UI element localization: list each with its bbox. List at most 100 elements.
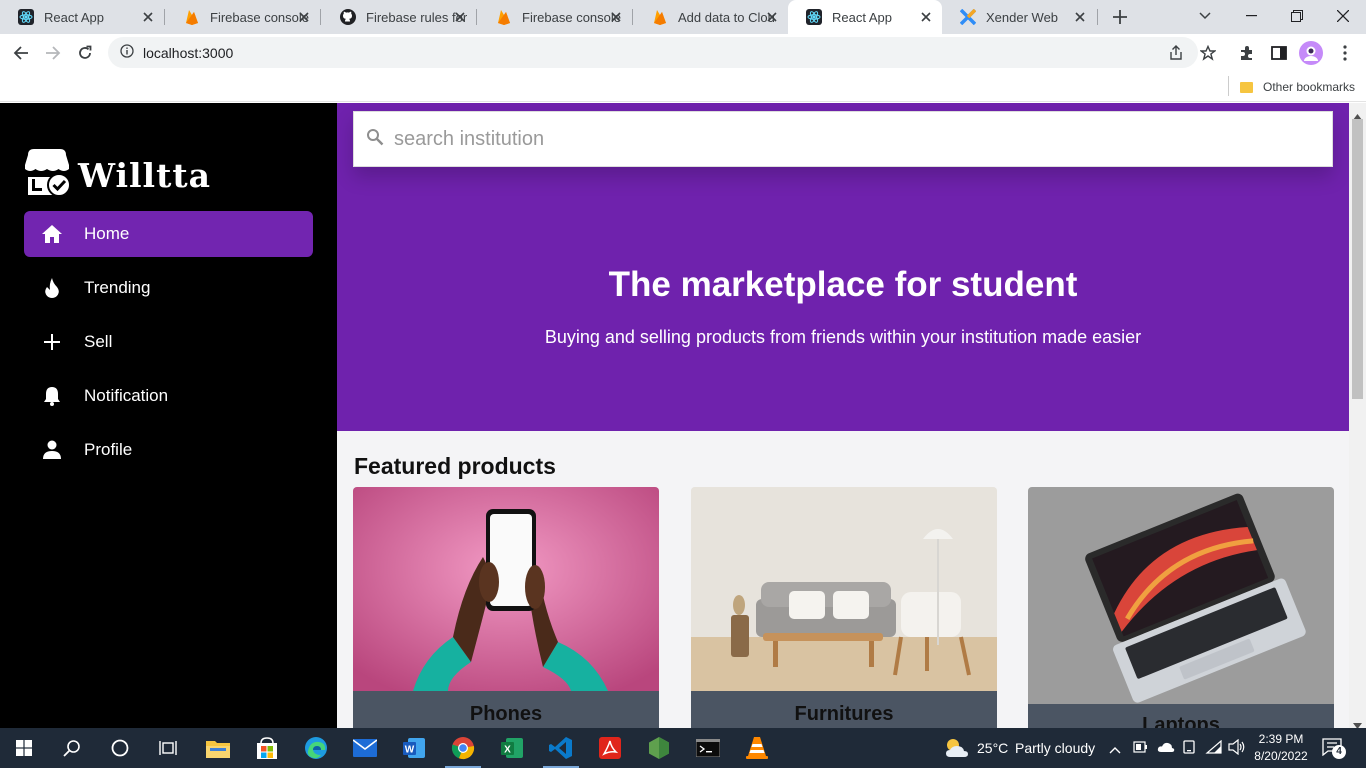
device-icon[interactable] (1182, 740, 1196, 759)
task-view-icon[interactable] (144, 728, 192, 768)
search-icon (366, 128, 384, 151)
windows-start-icon[interactable] (0, 728, 48, 768)
product-card-phones[interactable]: Phones (353, 487, 659, 728)
address-bar[interactable]: localhost:3000 (108, 37, 1198, 68)
tab-search-button[interactable] (1182, 0, 1228, 32)
terminal-icon[interactable] (684, 728, 732, 768)
close-icon[interactable] (296, 9, 312, 25)
sidebar-item-trending[interactable]: Trending (24, 265, 313, 311)
chevron-up-icon[interactable] (1109, 741, 1121, 759)
sidebar-item-label: Sell (84, 332, 113, 351)
hero-title: The marketplace for student (608, 265, 1078, 304)
extensions-icon[interactable] (1232, 38, 1262, 68)
logo-text: Willtta (78, 156, 211, 195)
back-button[interactable] (6, 38, 36, 68)
reload-button[interactable] (70, 38, 100, 68)
sidebar-item-profile[interactable]: Profile (24, 427, 313, 473)
excel-icon[interactable]: X (488, 728, 536, 768)
tab-react-app-1[interactable]: React App (0, 0, 164, 34)
weather-temp[interactable]: 25°C (977, 740, 1008, 756)
other-bookmarks[interactable]: Other bookmarks (1240, 76, 1355, 98)
vscode-icon[interactable] (537, 728, 585, 768)
react-icon (18, 9, 34, 25)
close-icon[interactable] (608, 9, 624, 25)
github-icon (340, 9, 356, 25)
close-icon[interactable] (452, 9, 468, 25)
home-icon (41, 223, 63, 245)
tab-firebase-rules[interactable]: Firebase rules for (322, 0, 476, 34)
vlc-icon[interactable] (733, 728, 781, 768)
product-card-furnitures[interactable]: Furnitures (691, 487, 997, 728)
bell-icon (41, 385, 63, 407)
clock[interactable]: 2:39 PM 8/20/2022 (1248, 731, 1314, 765)
close-icon[interactable] (1072, 9, 1088, 25)
flame-icon (41, 277, 63, 299)
furnitures-image (691, 487, 997, 691)
page-scrollbar[interactable] (1349, 103, 1366, 728)
tab-firebase-console-2[interactable]: Firebase console (478, 0, 632, 34)
wifi-icon[interactable] (1205, 739, 1223, 759)
bookmarks-bar: Other bookmarks (0, 72, 1366, 102)
tab-firebase-console-1[interactable]: Firebase console (166, 0, 320, 34)
person-icon (41, 439, 63, 461)
sidebar: Willtta Home Trending Sell Notification … (0, 103, 337, 728)
tab-react-app-active[interactable]: React App (788, 0, 942, 34)
edge-icon[interactable] (292, 728, 340, 768)
close-icon[interactable] (140, 9, 156, 25)
bookmark-star-icon[interactable] (1193, 38, 1223, 68)
window-close-button[interactable] (1320, 0, 1366, 32)
minimize-button[interactable] (1228, 0, 1274, 32)
svg-text:X: X (504, 745, 511, 756)
product-card-laptops[interactable]: Laptops (1028, 487, 1334, 728)
sidebar-item-notification[interactable]: Notification (24, 373, 313, 419)
notification-center-icon[interactable]: 4 (1322, 737, 1346, 759)
firebase-icon (652, 9, 668, 25)
featured-products-title: Featured products (354, 453, 556, 479)
hero-subtitle: Buying and selling products from friends… (544, 327, 1142, 347)
scroll-down-icon[interactable] (1353, 716, 1362, 728)
tab-add-data[interactable]: Add data to Clou (634, 0, 788, 34)
sidebar-item-sell[interactable]: Sell (24, 319, 313, 365)
logo[interactable]: Willtta (24, 147, 211, 204)
onedrive-icon[interactable] (1157, 740, 1175, 759)
acrobat-icon[interactable] (586, 728, 634, 768)
tab-title: Firebase console (522, 9, 621, 25)
battery-icon[interactable] (1133, 740, 1149, 759)
folder-icon (1240, 81, 1253, 93)
hero-banner: The marketplace for student Buying and s… (337, 103, 1349, 431)
tab-title: React App (44, 9, 104, 25)
product-label: Furnitures (691, 691, 997, 728)
forward-button[interactable] (38, 38, 68, 68)
profile-avatar[interactable] (1296, 38, 1326, 68)
info-icon[interactable] (120, 44, 134, 61)
close-icon[interactable] (918, 9, 934, 25)
browser-tab-strip: React App Firebase console Firebase rule… (0, 0, 1366, 34)
search-input[interactable] (394, 127, 1294, 151)
tab-title: Firebase console (210, 9, 309, 25)
menu-icon[interactable] (1330, 38, 1360, 68)
sidebar-item-home[interactable]: Home (24, 211, 313, 257)
word-icon[interactable]: W (390, 728, 438, 768)
tab-title: Add data to Clou (678, 9, 775, 25)
microsoft-store-icon[interactable] (243, 728, 291, 768)
sidebar-item-label: Trending (84, 278, 151, 297)
mail-icon[interactable] (341, 728, 389, 768)
side-panel-icon[interactable] (1264, 38, 1294, 68)
volume-icon[interactable] (1228, 738, 1246, 760)
cortana-icon[interactable] (96, 728, 144, 768)
close-icon[interactable] (764, 9, 780, 25)
chrome-icon[interactable] (439, 728, 487, 768)
scrollbar-thumb[interactable] (1352, 119, 1363, 399)
nodejs-icon[interactable] (635, 728, 683, 768)
share-icon[interactable] (1168, 45, 1184, 64)
tab-xender-web[interactable]: Xender Web (942, 0, 1096, 34)
file-explorer-icon[interactable] (194, 728, 242, 768)
notification-count-badge: 4 (1332, 745, 1346, 759)
search-icon[interactable] (48, 728, 96, 768)
sidebar-item-label: Notification (84, 386, 169, 405)
restore-button[interactable] (1274, 0, 1320, 32)
search-bar[interactable] (353, 111, 1333, 167)
new-tab-button[interactable] (1108, 5, 1132, 29)
weather-text[interactable]: Partly cloudy (1015, 740, 1095, 756)
weather-icon[interactable] (944, 737, 970, 764)
